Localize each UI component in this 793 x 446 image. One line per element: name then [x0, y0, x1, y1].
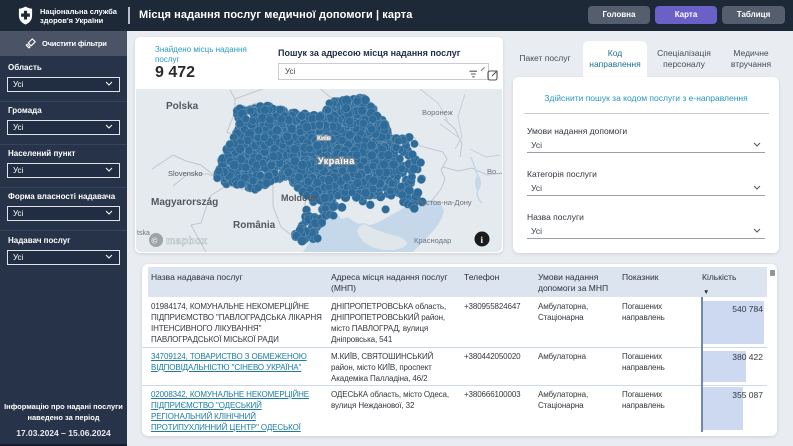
svg-text:Київ: Київ: [317, 135, 331, 142]
svg-text:tska: tska: [137, 230, 150, 237]
svg-text:România: România: [233, 220, 276, 231]
svg-text:mapbox: mapbox: [166, 235, 207, 247]
svg-text:Moldova: Moldova: [281, 193, 318, 203]
svg-text:Magyarország: Magyarország: [151, 197, 218, 208]
svg-text:Polska: Polska: [166, 101, 199, 112]
svg-text:Ростов-на-Дону: Ростов-на-Дону: [417, 198, 472, 207]
svg-text:Slovensko: Slovensko: [168, 169, 203, 178]
svg-text:©: ©: [152, 237, 158, 246]
svg-text:Україна: Україна: [318, 156, 355, 166]
svg-text:Воронеж: Воронеж: [422, 108, 453, 117]
svg-text:Во...: Во...: [487, 167, 502, 176]
svg-text:Краснодар: Краснодар: [414, 236, 451, 245]
